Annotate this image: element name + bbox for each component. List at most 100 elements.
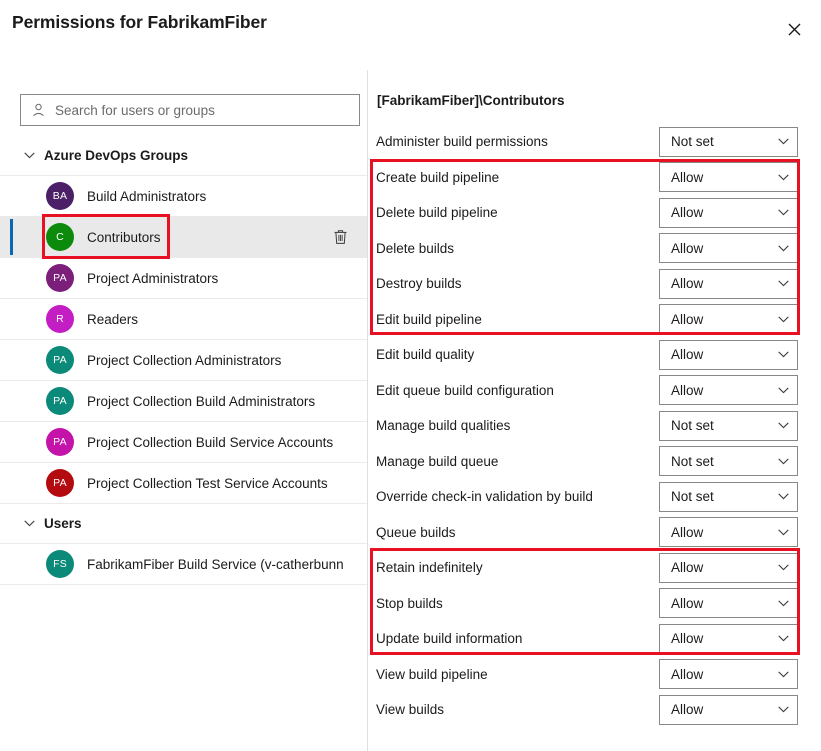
list-item-label: Project Administrators xyxy=(87,270,219,286)
chevron-down-icon xyxy=(14,520,44,527)
list-item[interactable]: PA Project Collection Build Service Accou… xyxy=(0,422,367,463)
permission-label: Queue builds xyxy=(376,524,456,540)
chevron-down-icon xyxy=(769,671,797,678)
permission-label: Administer build permissions xyxy=(376,134,548,150)
chevron-down-icon xyxy=(769,635,797,642)
list-item-label: Project Collection Test Service Accounts xyxy=(87,475,328,491)
permission-dropdown[interactable]: Allow xyxy=(659,588,798,619)
permission-row: Edit build pipeline Allow xyxy=(368,302,821,338)
chevron-down-icon xyxy=(769,422,797,429)
list-item[interactable]: R Readers xyxy=(0,299,367,340)
permission-dropdown-value: Allow xyxy=(671,347,704,363)
chevron-down-icon xyxy=(769,174,797,181)
list-item-label: Build Administrators xyxy=(87,188,207,204)
list-item[interactable]: PA Project Administrators xyxy=(0,258,367,299)
page-title: Permissions for FabrikamFiber xyxy=(12,12,267,32)
permission-dropdown[interactable]: Allow xyxy=(659,623,798,654)
list-item[interactable]: C Contributors xyxy=(0,217,367,258)
chevron-down-icon xyxy=(769,458,797,465)
permission-dropdown[interactable]: Allow xyxy=(659,694,798,725)
permission-dropdown-value: Allow xyxy=(671,524,704,540)
permission-row: View build pipeline Allow xyxy=(368,657,821,693)
search-input[interactable] xyxy=(51,102,359,118)
avatar: PA xyxy=(46,428,74,456)
avatar: PA xyxy=(46,264,74,292)
group-header-azure-devops-groups[interactable]: Azure DevOps Groups xyxy=(0,136,367,176)
permission-dropdown-value: Allow xyxy=(671,560,704,576)
close-icon xyxy=(788,23,801,36)
permission-label: Override check-in validation by build xyxy=(376,489,593,505)
contact-person-icon xyxy=(25,103,51,117)
permission-dropdown-value: Allow xyxy=(671,702,704,718)
permission-dropdown[interactable]: Allow xyxy=(659,375,798,406)
permission-row: Manage build qualities Not set xyxy=(368,408,821,444)
chevron-down-icon xyxy=(769,706,797,713)
permission-label: View builds xyxy=(376,702,445,718)
chevron-down-icon xyxy=(769,564,797,571)
permission-label: Destroy builds xyxy=(376,276,462,292)
permission-dropdown[interactable]: Allow xyxy=(659,659,798,690)
avatar: PA xyxy=(46,387,74,415)
permission-label: Stop builds xyxy=(376,595,443,611)
list-item-label: Project Collection Build Administrators xyxy=(87,393,316,409)
group-header-label: Azure DevOps Groups xyxy=(44,148,189,163)
permission-dropdown[interactable]: Allow xyxy=(659,552,798,583)
chevron-down-icon xyxy=(769,245,797,252)
group-header-users[interactable]: Users xyxy=(0,504,367,544)
permission-dropdown-value: Allow xyxy=(671,382,704,398)
avatar: BA xyxy=(46,182,74,210)
permission-dropdown[interactable]: Not set xyxy=(659,481,798,512)
list-item[interactable]: FS FabrikamFiber Build Service (v-catherb… xyxy=(0,544,367,585)
permission-row: Delete build pipeline Allow xyxy=(368,195,821,231)
permission-dropdown[interactable]: Not set xyxy=(659,126,798,157)
permission-dropdown[interactable]: Allow xyxy=(659,268,798,299)
permission-dropdown-value: Not set xyxy=(671,418,714,434)
permission-dropdown[interactable]: Not set xyxy=(659,410,798,441)
permission-row: Update build information Allow xyxy=(368,621,821,657)
permission-label: Edit queue build configuration xyxy=(376,382,554,398)
permission-dropdown-value: Allow xyxy=(671,169,704,185)
identity-list: Azure DevOps Groups BA Build Administrator… xyxy=(0,136,367,585)
list-item[interactable]: BA Build Administrators xyxy=(0,176,367,217)
group-header-label: Users xyxy=(44,516,82,531)
permission-label: Manage build queue xyxy=(376,453,499,469)
list-item[interactable]: PA Project Collection Build Administrator… xyxy=(0,381,367,422)
permission-row: Retain indefinitely Allow xyxy=(368,550,821,586)
permission-dropdown-value: Allow xyxy=(671,205,704,221)
permission-label: View build pipeline xyxy=(376,666,488,682)
search-box[interactable] xyxy=(20,94,360,126)
list-item-label: Project Collection Build Service Account… xyxy=(87,434,334,450)
permission-dropdown[interactable]: Allow xyxy=(659,304,798,335)
permission-label: Edit build quality xyxy=(376,347,475,363)
close-button[interactable] xyxy=(779,14,809,44)
permission-dropdown[interactable]: Allow xyxy=(659,197,798,228)
list-item[interactable]: PA Project Collection Test Service Accoun… xyxy=(0,463,367,504)
permission-dropdown-value: Allow xyxy=(671,666,704,682)
list-item-label: Readers xyxy=(87,311,139,327)
chevron-down-icon xyxy=(769,209,797,216)
permission-label: Edit build pipeline xyxy=(376,311,482,327)
permission-row: Stop builds Allow xyxy=(368,586,821,622)
permission-label: Retain indefinitely xyxy=(376,560,483,576)
permissions-panel: [FabrikamFiber]\Contributors Administer … xyxy=(368,70,821,751)
permission-label: Update build information xyxy=(376,631,523,647)
chevron-down-icon xyxy=(769,600,797,607)
permission-dropdown-value: Allow xyxy=(671,311,704,327)
permission-row: View builds Allow xyxy=(368,692,821,728)
permission-dropdown[interactable]: Allow xyxy=(659,162,798,193)
list-item[interactable]: PA Project Collection Administrators xyxy=(0,340,367,381)
permission-row: Administer build permissions Not set xyxy=(368,124,821,160)
permission-dropdown[interactable]: Allow xyxy=(659,233,798,264)
avatar: FS xyxy=(46,550,74,578)
permission-dropdown[interactable]: Not set xyxy=(659,446,798,477)
permission-dropdown[interactable]: Allow xyxy=(659,517,798,548)
identity-list-panel: Azure DevOps Groups BA Build Administrator… xyxy=(0,70,367,751)
chevron-down-icon xyxy=(769,387,797,394)
permission-dropdown-value: Allow xyxy=(671,240,704,256)
trash-icon[interactable] xyxy=(329,226,351,248)
permission-row: Create build pipeline Allow xyxy=(368,160,821,196)
permission-dropdown-value: Not set xyxy=(671,134,714,150)
chevron-down-icon xyxy=(769,493,797,500)
permission-row: Edit build quality Allow xyxy=(368,337,821,373)
permission-dropdown[interactable]: Allow xyxy=(659,339,798,370)
